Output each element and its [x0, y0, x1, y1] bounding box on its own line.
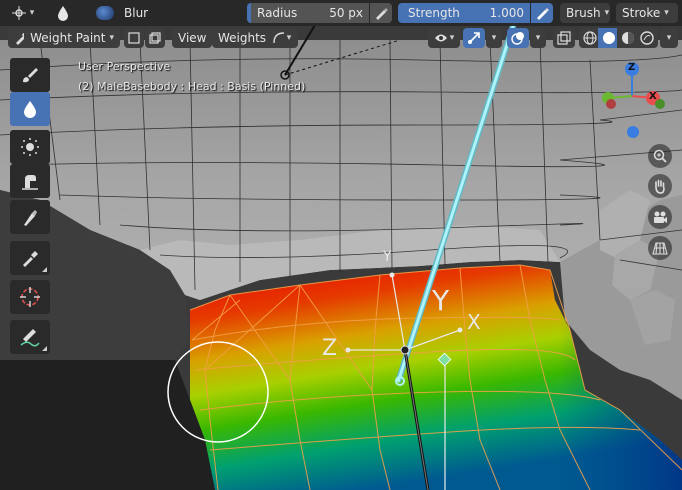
- average-tool[interactable]: [10, 130, 50, 164]
- ortho-toggle-button[interactable]: [648, 236, 672, 260]
- gizmo-arrow-icon: [468, 32, 480, 44]
- drop-icon: [58, 6, 68, 21]
- view-menu-label: View: [178, 31, 207, 45]
- face-mask-icon: [128, 32, 140, 44]
- drop-icon: [24, 101, 36, 118]
- stroke-menu-label: Stroke: [622, 6, 661, 20]
- pen-pressure-icon: [376, 8, 388, 20]
- cursor-icon: [20, 287, 40, 307]
- viewport-header: Weight Paint ▾ View Weights ▾ ▾ ▾ ▾ ▾: [0, 26, 682, 50]
- editor-type-button[interactable]: ▾: [6, 3, 40, 23]
- radius-field[interactable]: Radius 50 px: [247, 3, 369, 23]
- mode-label: Weight Paint: [30, 31, 106, 45]
- vertex-mask-icon: [149, 32, 161, 44]
- blur-brush-icon: [96, 6, 114, 20]
- gizmo-x-label: X: [649, 91, 657, 102]
- gizmo-z-label: Z: [628, 62, 636, 73]
- shading-rendered[interactable]: [636, 28, 658, 48]
- pan-button[interactable]: [648, 174, 672, 198]
- camera-icon: [654, 211, 667, 223]
- gradient-icon: [24, 210, 37, 226]
- tool-settings-bar: ▾ Blur Radius 50 px Strength 1.000 Brush…: [0, 0, 682, 26]
- draw-tool[interactable]: [10, 58, 50, 92]
- radius-fill: [247, 3, 251, 23]
- strength-field[interactable]: Strength 1.000: [398, 3, 530, 23]
- gizmo-toggle[interactable]: [463, 28, 485, 48]
- xray-toggle[interactable]: [553, 28, 575, 48]
- blur-tool[interactable]: [10, 92, 50, 126]
- strength-value: 1.000: [489, 6, 524, 20]
- brush-menu-label: Brush: [566, 6, 601, 20]
- sample-weight-tool[interactable]: [10, 241, 50, 275]
- stroke-menu[interactable]: Stroke ▾: [616, 3, 678, 23]
- rendered-sphere-icon: [640, 31, 654, 45]
- bone-axis-z-label: Z: [322, 336, 338, 361]
- hand-icon: [655, 179, 665, 194]
- cursor-tool[interactable]: [10, 280, 50, 314]
- grid-icon: [652, 242, 668, 255]
- curve-icon: [273, 32, 284, 44]
- 3d-viewport[interactable]: Y Y X Z User Perspective (2) MaleBasebod…: [0, 0, 682, 490]
- overlay-icon: [511, 32, 524, 45]
- radius-label: Radius: [257, 6, 298, 20]
- gizmo-dropdown[interactable]: ▾: [486, 28, 502, 48]
- shading-dropdown[interactable]: ▾: [660, 28, 678, 48]
- mesh-scene: [0, 0, 682, 490]
- camera-view-button[interactable]: [648, 205, 672, 229]
- bone-axis-y-big-label: Y: [432, 284, 450, 317]
- zoom-button[interactable]: [648, 144, 672, 168]
- brush-name: Blur: [124, 6, 149, 20]
- brush-selector[interactable]: Blur: [90, 3, 240, 23]
- radius-value: 50 px: [329, 6, 363, 20]
- object-info-label: (2) MaleBasebody : Head : Basis (Pinned): [78, 80, 306, 93]
- bone-axis-y-label: Y: [383, 249, 392, 265]
- wireframe-sphere-icon: [583, 31, 597, 45]
- editor-type-icon: [11, 6, 26, 20]
- radius-pressure-toggle[interactable]: [370, 3, 392, 23]
- smear-tool[interactable]: [10, 164, 50, 198]
- annotate-icon: [20, 329, 40, 347]
- view-perspective-label: User Perspective: [78, 60, 171, 73]
- eyedropper-icon: [23, 251, 38, 267]
- strength-label: Strength: [408, 6, 460, 20]
- pen-pressure-icon: [537, 8, 549, 20]
- bone-axis-x-label: X: [467, 310, 481, 334]
- eye-icon: [434, 34, 447, 42]
- weights-menu[interactable]: Weights: [212, 28, 273, 48]
- zoom-icon: [653, 149, 667, 163]
- overlay-toggle[interactable]: [507, 28, 529, 48]
- blur-brush-mode-icon: [52, 3, 74, 23]
- overlay-dropdown[interactable]: ▾: [530, 28, 546, 48]
- mask-toggle-a[interactable]: [124, 28, 144, 48]
- mask-toggle-b[interactable]: [145, 28, 165, 48]
- visibility-dropdown[interactable]: ▾: [428, 28, 460, 48]
- mode-selector[interactable]: Weight Paint ▾: [8, 28, 120, 48]
- view-menu[interactable]: View: [172, 28, 213, 48]
- smear-icon: [22, 175, 38, 190]
- material-sphere-icon: [622, 32, 634, 44]
- weights-menu-label: Weights: [218, 31, 267, 45]
- weight-paint-icon: [16, 31, 25, 45]
- solid-sphere-icon: [603, 32, 615, 44]
- gradient-tool[interactable]: [10, 200, 50, 234]
- falloff-curve-dropdown[interactable]: ▾: [266, 28, 298, 48]
- strength-pressure-toggle[interactable]: [531, 3, 553, 23]
- average-icon: [21, 138, 39, 156]
- brush-icon: [23, 68, 38, 83]
- xray-icon: [557, 31, 571, 45]
- annotate-tool[interactable]: [10, 320, 50, 354]
- brush-menu[interactable]: Brush ▾: [560, 3, 610, 23]
